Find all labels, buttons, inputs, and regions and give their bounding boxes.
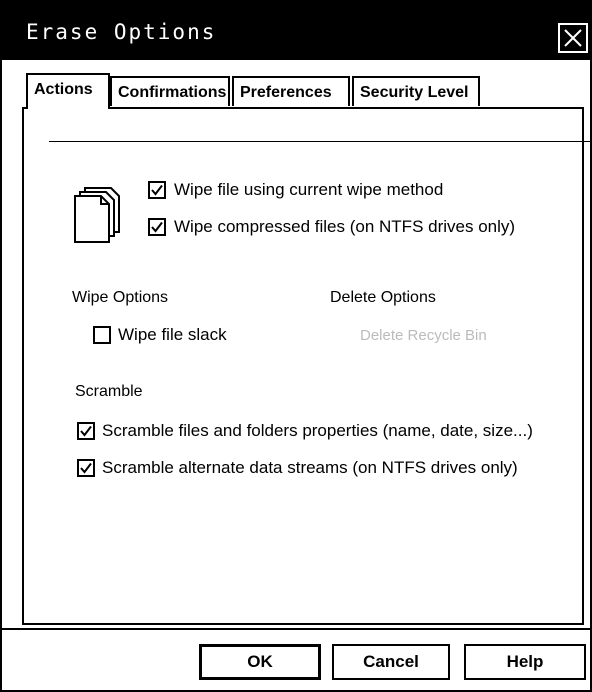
cancel-button[interactable]: Cancel <box>332 644 450 680</box>
tab-preferences[interactable]: Preferences <box>232 76 350 106</box>
tab-actions[interactable]: Actions <box>26 73 110 109</box>
close-button[interactable] <box>558 23 588 53</box>
documents-icon <box>74 187 120 243</box>
help-button[interactable]: Help <box>464 644 586 680</box>
window-title: Erase Options <box>26 20 217 44</box>
scramble-streams-checkbox[interactable] <box>77 459 95 477</box>
checkmark-icon <box>151 221 163 233</box>
delete-options-heading: Delete Options <box>330 289 436 306</box>
wipe-compressed-checkbox[interactable] <box>148 218 166 236</box>
delete-recycle-bin-label: Delete Recycle Bin <box>360 327 487 344</box>
checkmark-icon <box>151 184 163 196</box>
scramble-streams-label: Scramble alternate data streams (on NTFS… <box>102 458 518 477</box>
ok-button[interactable]: OK <box>199 644 321 680</box>
panel-divider <box>49 141 592 142</box>
footer-divider <box>2 628 592 630</box>
wipe-current-method-label: Wipe file using current wipe method <box>174 180 444 199</box>
scramble-properties-checkbox[interactable] <box>77 422 95 440</box>
erase-options-dialog: Erase Options Actions Confirmations Pref… <box>0 0 592 692</box>
title-bar[interactable]: Erase Options <box>2 0 592 60</box>
wipe-compressed-label: Wipe compressed files (on NTFS drives on… <box>174 217 516 236</box>
wipe-slack-label: Wipe file slack <box>118 325 227 344</box>
wipe-options-heading: Wipe Options <box>72 289 169 306</box>
tab-security-level[interactable]: Security Level <box>352 76 480 106</box>
wipe-slack-checkbox[interactable] <box>93 326 111 344</box>
scramble-heading: Scramble <box>75 383 143 400</box>
close-icon <box>564 29 582 47</box>
tab-confirmations[interactable]: Confirmations <box>110 76 230 106</box>
scramble-properties-label: Scramble files and folders properties (n… <box>102 421 533 440</box>
checkmark-icon <box>80 425 92 437</box>
checkmark-icon <box>80 462 92 474</box>
wipe-current-method-checkbox[interactable] <box>148 181 166 199</box>
